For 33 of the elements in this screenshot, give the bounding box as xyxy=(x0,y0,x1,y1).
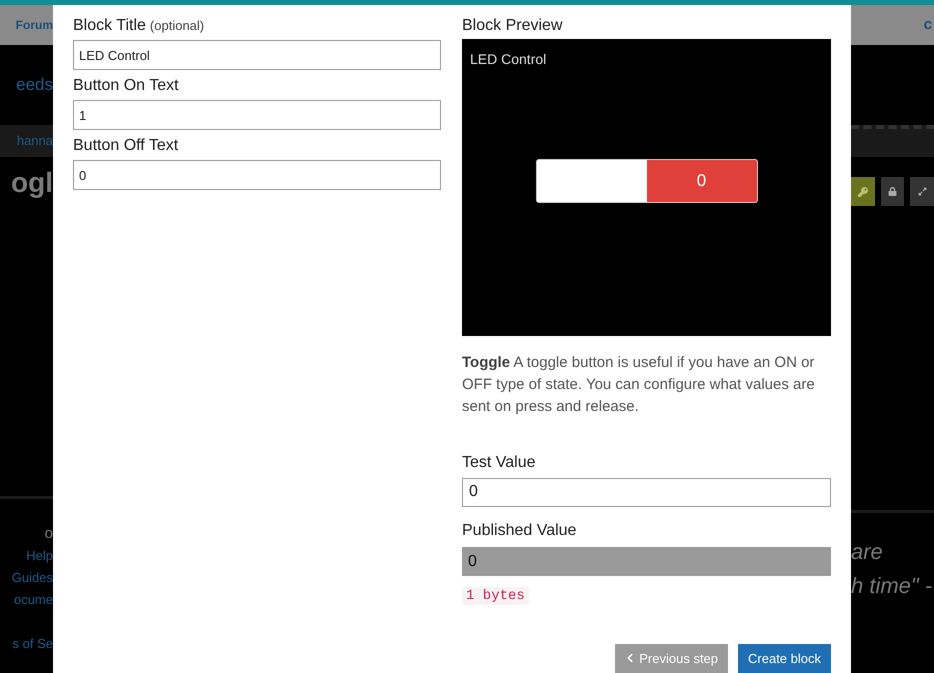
back-button[interactable]: Previous step xyxy=(615,644,728,673)
tool-button[interactable] xyxy=(880,177,904,206)
footer-link[interactable]: Help xyxy=(26,545,53,567)
footer-heading: o xyxy=(44,524,53,544)
footer-link[interactable]: Guides xyxy=(12,567,53,589)
block-description: Toggle A toggle button is useful if you have an ON or OFF type of state. You can configure what values are sent on press and release. xyxy=(462,352,816,417)
lock-icon xyxy=(888,187,897,196)
quote-text: are xyxy=(851,538,884,566)
text-field[interactable]: 0 xyxy=(73,160,441,190)
field-label: Test Value xyxy=(462,452,537,473)
create-button[interactable]: Create block xyxy=(738,644,831,673)
field-label: Block Title xyxy=(73,16,146,36)
published-value-field: 0 xyxy=(462,547,831,576)
byte-count: 1 bytes xyxy=(462,586,529,605)
preview-heading: Block Preview xyxy=(462,16,564,36)
footer-link[interactable]: ocume xyxy=(14,589,53,611)
chevron-left-icon xyxy=(625,653,636,664)
expand-icon xyxy=(918,187,927,196)
quote-text: h time" - xyxy=(851,572,934,600)
field-label: Published Value xyxy=(462,520,578,541)
test-value-field[interactable]: 0 xyxy=(462,478,831,507)
page-heading: ogl xyxy=(11,166,53,200)
text-field[interactable]: LED Control xyxy=(73,40,441,70)
block-title: LED Control xyxy=(470,50,548,69)
field-label: Button Off Text xyxy=(73,136,178,156)
field-label: Button On Text xyxy=(73,76,179,96)
key-icon xyxy=(858,186,868,196)
text-field[interactable]: 1 xyxy=(73,100,441,130)
nav-link[interactable]: eeds xyxy=(16,72,53,98)
nav-link[interactable]: c xyxy=(924,14,932,36)
toggle-switch[interactable]: 0 xyxy=(536,158,758,203)
field-hint: (optional) xyxy=(150,17,204,35)
footer-link[interactable]: s of Se xyxy=(12,633,53,655)
